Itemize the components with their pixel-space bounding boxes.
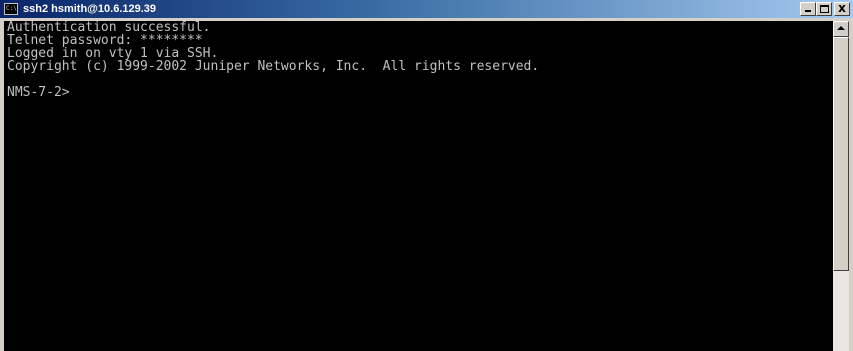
console-icon[interactable]: C:\ [4, 3, 18, 15]
maximize-button[interactable] [816, 2, 832, 16]
console-line: Copyright (c) 1999-2002 Juniper Networks… [7, 59, 540, 74]
close-button[interactable]: x [834, 1, 850, 16]
maximize-icon [820, 5, 829, 13]
terminal-output[interactable]: Authentication successful. Telnet passwo… [4, 21, 833, 351]
close-icon: x [838, 1, 846, 15]
vertical-scrollbar[interactable] [833, 21, 849, 351]
minimize-icon [805, 10, 811, 12]
terminal-window: C:\ ssh2 hsmith@10.6.129.39 x Authentica… [0, 0, 853, 351]
window-title: ssh2 hsmith@10.6.129.39 [23, 3, 157, 15]
up-arrow-icon [837, 26, 845, 30]
scrollbar-thumb[interactable] [833, 37, 849, 271]
window-border [849, 18, 853, 351]
title-bar[interactable]: C:\ ssh2 hsmith@10.6.129.39 x [0, 0, 853, 18]
command-prompt[interactable]: NMS-7-2> [7, 86, 833, 99]
scroll-up-button[interactable] [833, 21, 849, 37]
window-controls: x [800, 1, 850, 16]
minimize-button[interactable] [800, 2, 816, 16]
